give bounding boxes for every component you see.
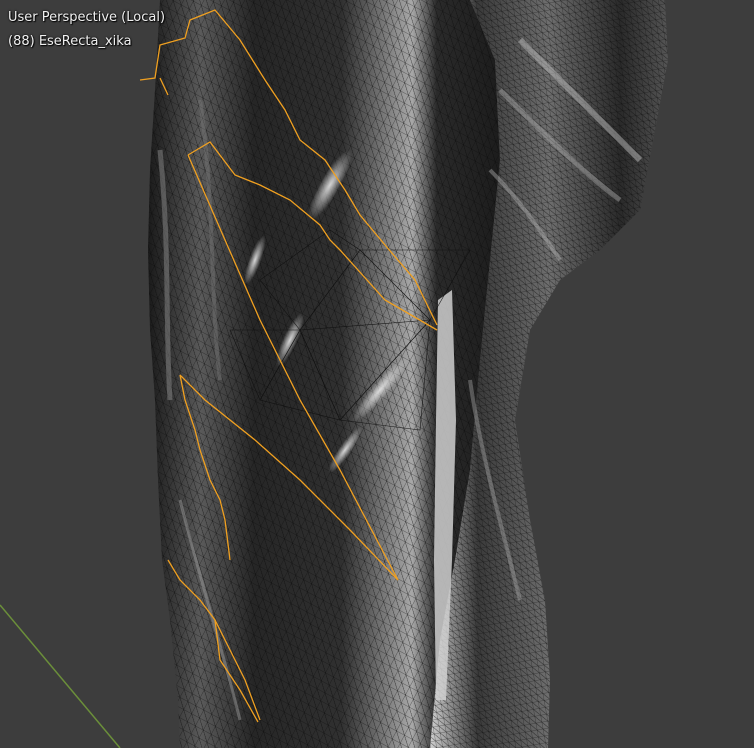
mesh-object [148,0,668,748]
grid-axis-line [0,604,121,748]
mesh-canvas[interactable] [0,0,754,748]
view-name-label: User Perspective (Local) [8,10,166,25]
3d-viewport[interactable]: User Perspective (Local) (88) EseRecta_x… [0,0,754,748]
object-info-label: (88) EseRecta_xika [8,34,132,49]
